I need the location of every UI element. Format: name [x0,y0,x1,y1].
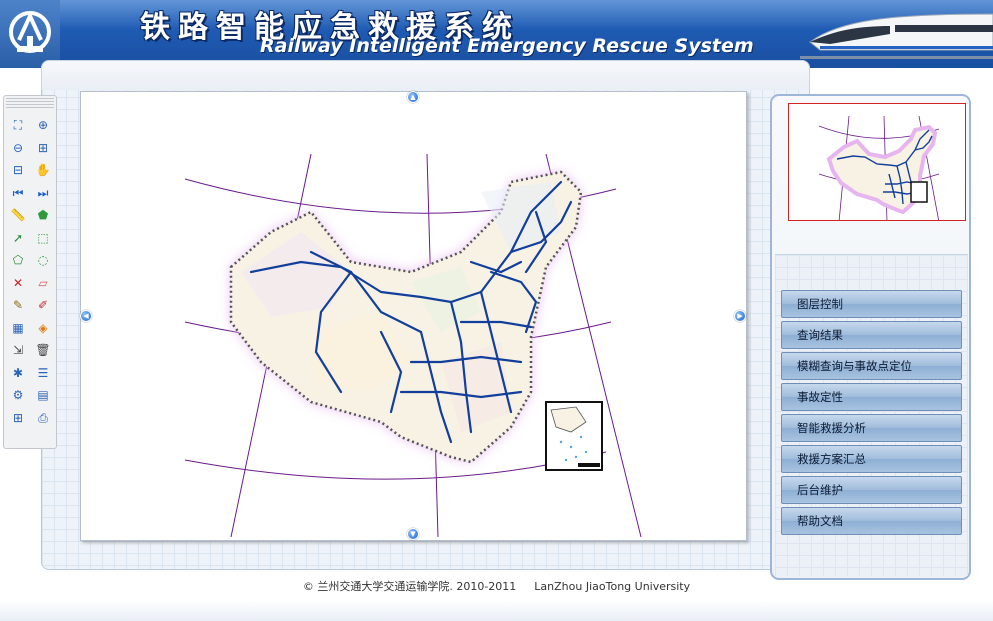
high-speed-train-image [800,13,993,59]
logo-box [0,0,60,68]
zoom-in-icon[interactable]: ⊕ [34,116,52,134]
map-panel[interactable]: ▲ ▼ ◀ ▶ [80,91,747,541]
toolbar-buttons: ⛶ ⊕ ⊖ ⊞ ⊟ ✋ ⏮ ⏭ 📏 ⬟ ➚ ⬚ ⬠ ◌ ✕ ▱ ✎ ✐ ▦ ◈ ⇲ 🗑 ✱ ☰ ⚙ ▤ ⊞ ⎙ [4,114,56,429]
header-banner: 铁路智能应急救援系统 Railway Intelligent Emergency… [0,0,993,68]
clear-selection-icon[interactable]: ✕ [9,274,27,292]
zoom-out-box-icon[interactable]: ⊟ [9,161,27,179]
map-toolbar: ⛶ ⊕ ⊖ ⊞ ⊟ ✋ ⏮ ⏭ 📏 ⬟ ➚ ⬚ ⬠ ◌ ✕ ▱ ✎ ✐ ▦ ◈ ⇲ 🗑 ✱ ☰ ⚙ ▤ ⊞ ⎙ [3,95,57,449]
pan-down-icon[interactable]: ▼ [407,528,419,540]
print-report-icon[interactable]: ⎙ [34,409,52,427]
pan-up-icon[interactable]: ▲ [407,91,419,103]
zoom-out-icon[interactable]: ⊖ [9,139,27,157]
export-table-icon[interactable]: ⊞ [9,409,27,427]
eraser-icon[interactable]: ▱ [34,274,52,292]
layer-colors-icon[interactable]: ◈ [34,319,52,337]
delete-trash-icon[interactable]: 🗑 [34,341,52,359]
previous-extent-icon[interactable]: ⏮ [9,184,27,202]
network-analysis-icon[interactable]: ✱ [9,364,27,382]
function-menu: 图层控制查询结果模糊查询与事故点定位 事故定性智能救援分析 救援方案汇总 后台维护帮助… [781,290,963,538]
select-polygon-icon[interactable]: ⬠ [9,251,27,269]
menu-button-4[interactable]: 事故定性 [781,383,962,411]
footer-copyright: © 兰州交通大学交通运输学院. 2010-2011 [302,580,517,593]
right-panel: 图层控制查询结果模糊查询与事故点定位 事故定性智能救援分析 救援方案汇总 后台维护帮助… [770,94,971,580]
overview-map-image [818,115,940,220]
footer: © 兰州交通大学交通运输学院. 2010-2011 LanZhou JiaoTon… [0,578,993,596]
identify-settings-icon[interactable]: ⚙ [9,386,27,404]
workspace-frame-top [41,60,810,90]
measure-area-icon[interactable]: ⬟ [34,206,52,224]
south-china-sea-inset [545,401,603,471]
pan-right-icon[interactable]: ▶ [734,310,746,322]
select-circle-icon[interactable]: ◌ [34,251,52,269]
menu-button-3[interactable]: 模糊查询与事故点定位 [781,352,962,380]
menu-button-6[interactable]: 救援方案汇总 [781,445,962,473]
full-extent-icon[interactable]: ⛶ [9,116,27,134]
draw-line-icon[interactable]: ✎ [9,296,27,314]
toolbar-grip[interactable] [6,98,54,110]
menu-button-7[interactable]: 后台维护 [781,476,962,504]
edit-layer-icon[interactable]: ▦ [9,319,27,337]
move-feature-icon[interactable]: ⇲ [9,341,27,359]
footer-university: LanZhou JiaoTong University [534,580,691,593]
system-title-en: Railway Intelligent Emergency Rescue Sys… [260,35,754,57]
data-grid-icon[interactable]: ▤ [34,386,52,404]
select-box-icon[interactable]: ⬚ [34,229,52,247]
zoom-in-box-icon[interactable]: ⊞ [34,139,52,157]
menu-button-8[interactable]: 帮助文档 [781,507,962,535]
next-extent-icon[interactable]: ⏭ [34,184,52,202]
menu-button-1[interactable]: 图层控制 [781,290,962,318]
draw-pen-icon[interactable]: ✐ [34,296,52,314]
menu-button-2[interactable]: 查询结果 [781,321,962,349]
menu-button-5[interactable]: 智能救援分析 [781,414,962,442]
pan-hand-icon[interactable]: ✋ [34,161,52,179]
railway-logo-icon [9,11,51,53]
bottom-band [0,600,993,621]
attribute-table-icon[interactable]: ☰ [34,364,52,382]
select-feature-icon[interactable]: ➚ [9,229,27,247]
china-railway-map[interactable] [81,92,748,542]
pan-left-icon[interactable]: ◀ [80,310,92,322]
measure-distance-icon[interactable]: 📏 [9,206,27,224]
overview-map[interactable] [788,103,966,221]
